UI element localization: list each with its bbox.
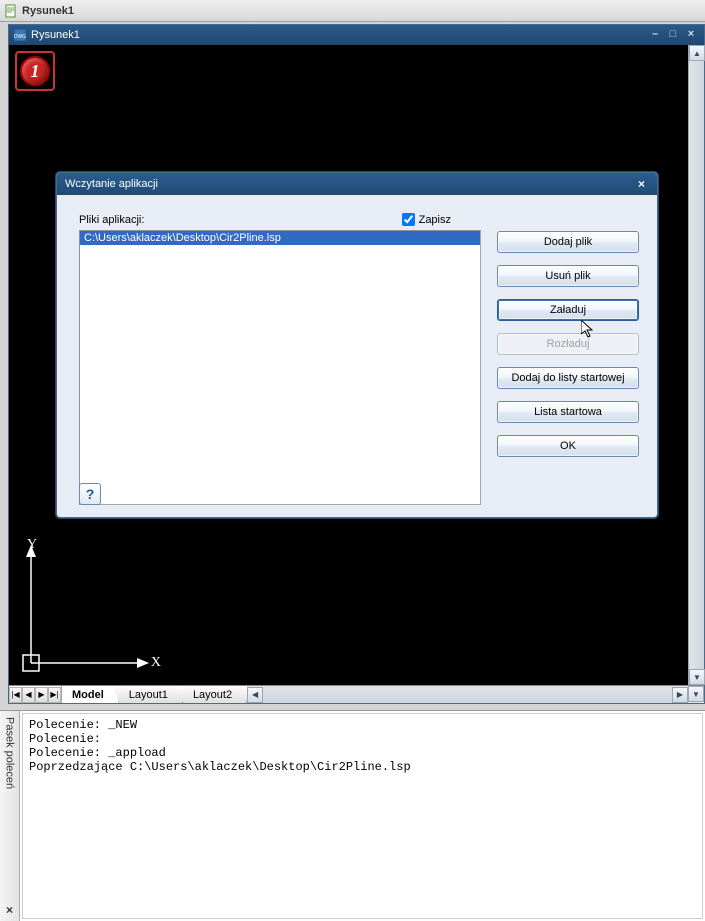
command-panel-close-button[interactable]: × [6, 903, 13, 917]
scroll-down-corner-icon[interactable]: ▼ [688, 686, 704, 702]
step-number: 1 [20, 56, 50, 86]
load-button[interactable]: Załaduj [497, 299, 639, 321]
dialog-close-button[interactable]: × [634, 177, 649, 191]
dialog-left-panel: Pliki aplikacji: Zapisz C:\Users\aklacze… [79, 213, 481, 505]
scroll-up-icon[interactable]: ▲ [689, 45, 705, 61]
layout-tabbar: |◀◀▶▶| ModelLayout1Layout2 ◀ ▶ ▼ [9, 685, 704, 703]
vertical-scrollbar[interactable]: ▲ ▼ [688, 45, 704, 685]
load-application-dialog: Wczytanie aplikacji × Pliki aplikacji: Z… [56, 172, 658, 518]
application-files-list[interactable]: C:\Users\aklaczek\Desktop\Cir2Pline.lsp [79, 230, 481, 505]
maximize-button[interactable]: □ [664, 28, 682, 42]
dialog-titlebar: Wczytanie aplikacji × [57, 173, 657, 195]
command-history[interactable]: Polecenie: _NEW Polecenie: Polecenie: _a… [22, 713, 703, 919]
outer-title: Rysunek1 [22, 5, 74, 17]
save-checkbox-label: Zapisz [419, 214, 451, 226]
tab-nav-button-3[interactable]: ▶| [48, 687, 61, 703]
tab-layout1[interactable]: Layout1 [119, 686, 183, 703]
dwg-icon: DWG [13, 28, 27, 42]
document-icon [4, 4, 18, 18]
tab-nav: |◀◀▶▶| [9, 686, 62, 703]
files-label: Pliki aplikacji: [79, 214, 402, 226]
scroll-right-icon[interactable]: ▶ [672, 687, 688, 703]
tab-layout2[interactable]: Layout2 [183, 686, 247, 703]
dialog-body: Pliki aplikacji: Zapisz C:\Users\aklacze… [57, 195, 657, 517]
application-file-item[interactable]: C:\Users\aklaczek\Desktop\Cir2Pline.lsp [80, 231, 480, 245]
dialog-title: Wczytanie aplikacji [65, 178, 158, 190]
document-titlebar: DWG Rysunek1 – □ × [9, 25, 704, 45]
command-panel: Pasek poleceń × Polecenie: _NEW Poleceni… [0, 710, 705, 921]
close-button[interactable]: × [682, 28, 700, 42]
tab-nav-button-0[interactable]: |◀ [9, 687, 22, 703]
remove-file-button[interactable]: Usuń plik [497, 265, 639, 287]
tab-model[interactable]: Model [62, 686, 119, 703]
scroll-left-icon[interactable]: ◀ [247, 687, 263, 703]
tab-nav-button-1[interactable]: ◀ [22, 687, 35, 703]
minimize-button[interactable]: – [646, 28, 664, 42]
ucs-icon: Y X [17, 537, 157, 677]
svg-text:DWG: DWG [14, 34, 26, 40]
command-panel-title: Pasek poleceń [4, 717, 16, 789]
horizontal-scrollbar[interactable]: ◀ ▶ [247, 686, 688, 703]
layout-tabs: ModelLayout1Layout2 [62, 686, 247, 703]
outer-titlebar: Rysunek1 [0, 0, 705, 22]
save-checkbox[interactable] [402, 213, 415, 226]
document-title: Rysunek1 [31, 29, 80, 41]
startup-list-button[interactable]: Lista startowa [497, 401, 639, 423]
dialog-buttons-panel: Dodaj plik Usuń plik Załaduj Rozładuj Do… [497, 213, 639, 505]
add-file-button[interactable]: Dodaj plik [497, 231, 639, 253]
unload-button: Rozładuj [497, 333, 639, 355]
ok-button[interactable]: OK [497, 435, 639, 457]
y-axis-label: Y [27, 537, 37, 553]
x-axis-label: X [151, 655, 161, 671]
step-badge: 1 [15, 51, 55, 91]
help-button[interactable]: ? [79, 483, 101, 505]
tab-nav-button-2[interactable]: ▶ [35, 687, 48, 703]
command-panel-tab[interactable]: Pasek poleceń × [0, 711, 20, 921]
add-to-startup-button[interactable]: Dodaj do listy startowej [497, 367, 639, 389]
save-checkbox-wrap[interactable]: Zapisz [402, 213, 451, 226]
scroll-down-icon[interactable]: ▼ [689, 669, 705, 685]
